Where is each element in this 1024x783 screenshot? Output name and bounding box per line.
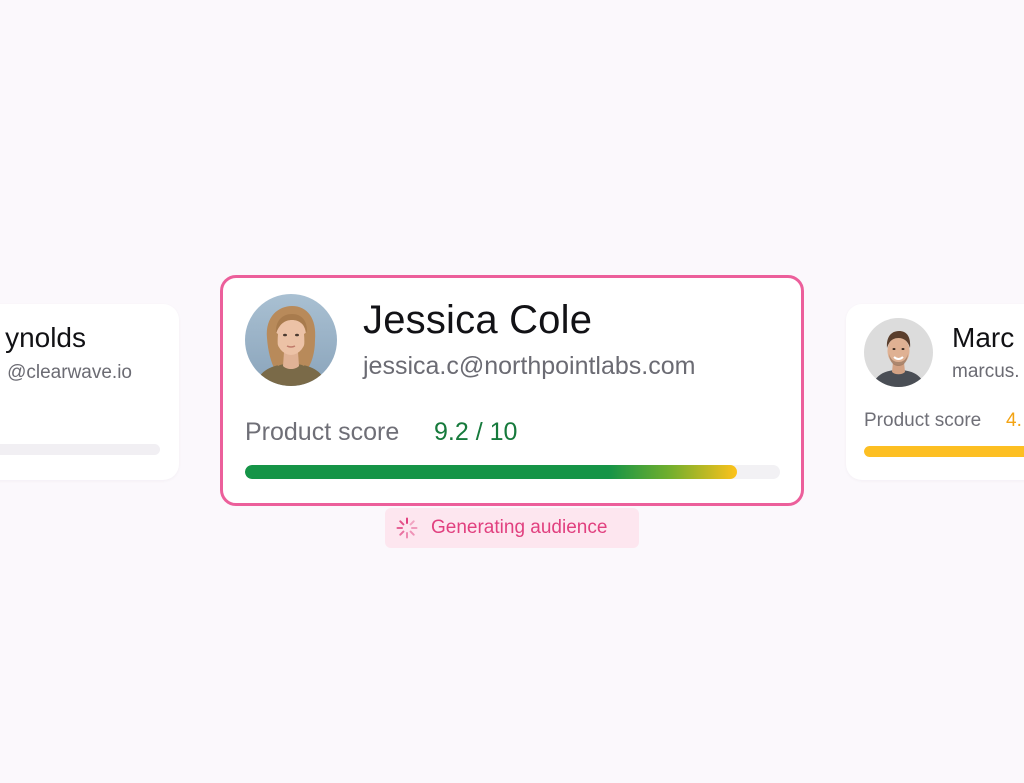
score-progress-fill bbox=[864, 446, 1024, 457]
score-progress-fill bbox=[245, 465, 738, 479]
woman-portrait-avatar-icon bbox=[245, 294, 337, 386]
audience-card-right[interactable]: Marc marcus. Product score 4. bbox=[846, 304, 1024, 480]
contact-email: jessica.c@northpointlabs.com bbox=[363, 352, 696, 380]
contact-name: Jessica Cole bbox=[363, 298, 593, 342]
avatar bbox=[864, 318, 933, 387]
loading-spinner-icon bbox=[396, 517, 418, 539]
canvas: ynolds @clearwave.io Jessica Cole jessic… bbox=[0, 0, 1024, 783]
product-score-label: Product score bbox=[245, 418, 400, 446]
avatar bbox=[245, 294, 337, 386]
contact-name: ynolds bbox=[5, 322, 86, 353]
product-score-label: Product score bbox=[864, 410, 982, 431]
man-portrait-avatar-icon bbox=[864, 318, 933, 387]
score-progress-track bbox=[245, 465, 780, 479]
status-badge: Generating audience bbox=[385, 508, 639, 548]
status-label: Generating audience bbox=[431, 517, 608, 538]
contact-email: marcus. bbox=[952, 361, 1020, 382]
contact-name: Marc bbox=[952, 322, 1015, 353]
score-progress-track bbox=[864, 446, 1024, 457]
contact-email: @clearwave.io bbox=[7, 362, 132, 383]
score-progress-track bbox=[0, 444, 160, 455]
product-score-value: 9.2 / 10 bbox=[434, 418, 518, 446]
audience-card-left[interactable]: ynolds @clearwave.io bbox=[0, 304, 179, 480]
audience-card-selected[interactable]: Jessica Cole jessica.c@northpointlabs.co… bbox=[220, 275, 804, 506]
product-score-value: 4. bbox=[1006, 410, 1022, 431]
